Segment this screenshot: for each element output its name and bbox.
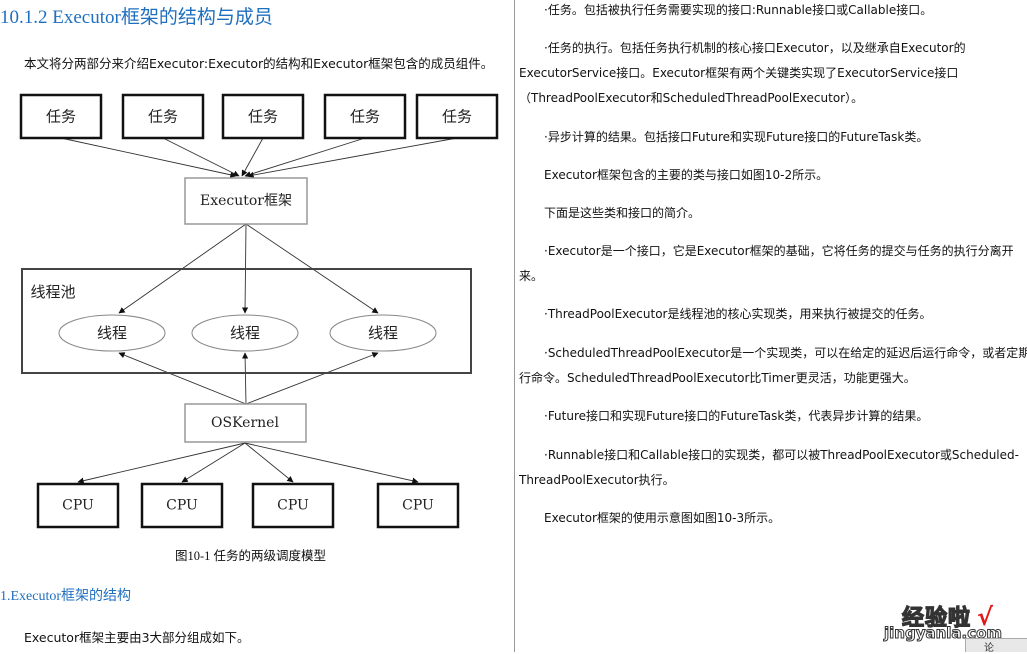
task-label: 任务 (148, 108, 178, 126)
thread-label: 线程 (97, 324, 127, 342)
task-label: 任务 (442, 108, 472, 126)
task-label: 任务 (248, 108, 278, 126)
subsection-title: 1.Executor框架的结构 (0, 589, 132, 604)
column-divider (514, 0, 515, 652)
task-arrow (162, 137, 240, 177)
kernel-to-thread-arrow (245, 352, 379, 405)
corner-tab[interactable]: 论 (965, 638, 1027, 654)
task-arrow (244, 137, 366, 178)
section-title: 10.1.2 Executor框架的结构与成员 (0, 7, 273, 28)
task-label: 任务 (46, 108, 76, 126)
subsection-text: Executor框架主要由3大部分组成如下。 (24, 630, 250, 645)
cpu-label: CPU (166, 498, 198, 514)
right-paragraph: ·ScheduledThreadPoolExecutor是一个实现类，可以在给定… (544, 346, 1027, 360)
executor-label: Executor框架 (200, 193, 292, 209)
figure-caption: 图10-1 任务的两级调度模型 (175, 549, 327, 563)
thread-pool-label: 线程池 (30, 283, 75, 301)
kernel-to-thread-arrow (118, 352, 247, 405)
task-label: 任务 (350, 108, 380, 126)
task-arrow (247, 137, 458, 179)
thread-label: 线程 (230, 324, 260, 342)
right-paragraph: ·异步计算的结果。包括接口Future和实现Future接口的FutureTas… (544, 130, 929, 144)
kernel-to-cpu-arrow (244, 442, 419, 484)
right-paragraph: ·ThreadPoolExecutor是线程池的核心实现类，用来执行被提交的任务… (544, 307, 932, 321)
right-paragraph: Executor框架包含的主要的类与接口如图10-2所示。 (544, 168, 829, 182)
right-paragraph: ·任务。包括被执行任务需要实现的接口:Runnable接口或Callable接口… (544, 3, 933, 17)
thread-label: 线程 (368, 324, 398, 342)
kernel-to-cpu-arrow (181, 442, 246, 483)
right-paragraph: ThreadPoolExecutor执行。 (519, 473, 675, 487)
oskernel-label: OSKernel (211, 415, 279, 431)
kernel-to-thread-arrow (241, 352, 249, 405)
right-paragraph: ·任务的执行。包括任务执行机制的核心接口Executor，以及继承自Execut… (544, 41, 966, 55)
cpu-label: CPU (62, 498, 94, 514)
right-paragraph: ·Future接口和实现Future接口的FutureTask类，代表异步计算的… (544, 409, 929, 423)
right-paragraph: （ThreadPoolExecutor和ScheduledThreadPoolE… (519, 91, 864, 105)
task-arrow (241, 137, 264, 177)
scheduling-model-diagram: 任务 任务 任务 任务 任务 Executor框架线程池线程 线程 线程 OSKernel CPU… (19, 93, 499, 529)
right-paragraph: 行命令。ScheduledThreadPoolExecutor比Timer更灵活… (519, 371, 916, 385)
right-paragraph: ·Runnable接口和Callable接口的实现类，都可以被ThreadPoo… (544, 448, 1019, 462)
kernel-to-cpu-arrow (77, 442, 246, 484)
right-paragraph: 下面是这些类和接口的简介。 (544, 206, 701, 220)
right-paragraph: ·Executor是一个接口，它是Executor框架的基础，它将任务的提交与任… (544, 244, 1014, 258)
right-paragraph: Executor框架的使用示意图如图10-3所示。 (544, 511, 781, 525)
right-paragraph: 来。 (519, 269, 544, 283)
cpu-label: CPU (277, 498, 309, 514)
right-paragraph: ExecutorService接口。Executor框架有两个关键类实现了Exe… (519, 66, 959, 80)
intro-paragraph: 本文将分两部分来介绍Executor:Executor的结构和Executor框… (24, 56, 494, 71)
cpu-label: CPU (402, 498, 434, 514)
task-arrow (60, 137, 237, 178)
